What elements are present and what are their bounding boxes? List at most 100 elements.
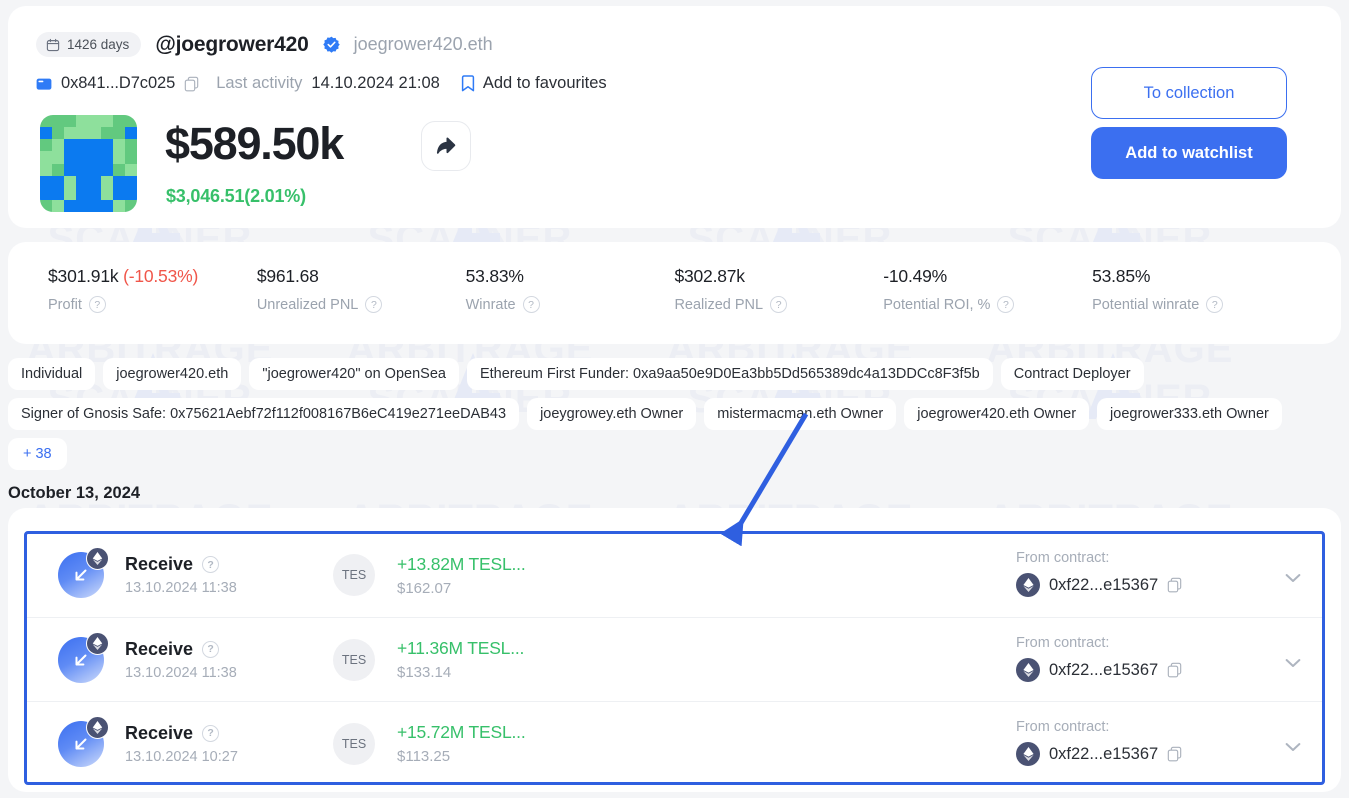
avatar-pixel <box>64 187 77 200</box>
copy-icon[interactable] <box>1167 577 1182 593</box>
transaction-from-column: From contract: 0xf22...e15367 <box>1016 550 1182 597</box>
wallet-icon <box>36 76 52 92</box>
help-icon[interactable]: ? <box>1206 296 1224 313</box>
avatar-pixel <box>64 199 77 212</box>
transaction-usd-value: $162.07 <box>397 579 452 597</box>
tag-item[interactable]: joegrower420.eth <box>103 358 242 390</box>
profile-identity-row: 1426 days @joegrower420 joegrower420.eth <box>36 32 493 57</box>
avatar-pixel <box>52 187 65 200</box>
tag-item[interactable]: mistermacman.eth Owner <box>704 398 897 430</box>
avatar-pixel <box>40 139 53 152</box>
account-age-badge: 1426 days <box>36 32 142 57</box>
profile-ens-name: joegrower420.eth <box>353 34 493 54</box>
chevron-down-icon[interactable] <box>1285 739 1301 751</box>
avatar-pixel <box>88 139 101 152</box>
profile-card: 1426 days @joegrower420 joegrower420.eth… <box>8 6 1341 228</box>
add-to-watchlist-button[interactable]: Add to watchlist <box>1091 127 1287 179</box>
stats-card: $301.91k (-10.53%) Profit? $961.68 Unrealiz… <box>8 242 1341 344</box>
tag-list: Individual joegrower420.eth "joegrower420"… <box>8 358 1341 470</box>
avatar-pixel <box>52 175 65 188</box>
avatar-pixel <box>76 115 89 128</box>
ethereum-icon <box>1016 742 1040 766</box>
stat-label-row: Realized PNL? <box>674 296 883 313</box>
help-icon[interactable]: ? <box>202 556 220 573</box>
avatar-pixel <box>76 187 89 200</box>
help-icon[interactable]: ? <box>365 296 383 313</box>
transaction-time: 13.10.2024 10:27 <box>125 748 238 765</box>
from-contract-address-row: 0xf22...e15367 <box>1016 573 1182 597</box>
transaction-row[interactable]: Receive? 13.10.2024 10:27 TES +15.72M TESL.… <box>26 701 1323 785</box>
avatar-pixel <box>40 199 53 212</box>
ethereum-icon <box>1016 573 1040 597</box>
help-icon[interactable]: ? <box>997 296 1015 313</box>
token-symbol-badge: TES <box>333 638 375 681</box>
account-age-label: 1426 days <box>67 37 130 52</box>
transaction-type-column: Receive? 13.10.2024 11:38 <box>125 554 325 596</box>
transaction-amount: +13.82M TESL... <box>397 553 526 574</box>
bookmark-icon <box>461 75 475 92</box>
stat-item: $961.68 Unrealized PNL? <box>257 266 466 313</box>
wallet-address: 0x841...D7c025 <box>61 74 176 92</box>
avatar-pixel <box>40 127 53 140</box>
transaction-row[interactable]: Receive? 13.10.2024 11:38 TES +13.82M TESL.… <box>26 533 1323 617</box>
transaction-amount-column: +15.72M TESL... $113.25 <box>397 722 697 765</box>
avatar-pixel <box>52 199 65 212</box>
stat-item: 53.83% Winrate? <box>466 266 675 313</box>
transaction-time: 13.10.2024 11:38 <box>125 664 237 681</box>
pixel-avatar <box>40 115 137 212</box>
avatar-pixel <box>88 163 101 176</box>
avatar-pixel <box>100 151 113 164</box>
help-icon[interactable]: ? <box>522 296 540 313</box>
share-icon <box>435 135 457 157</box>
tag-item[interactable]: joeygrowey.eth Owner <box>527 398 697 430</box>
avatar-pixel <box>76 151 89 164</box>
avatar-pixel <box>88 127 101 140</box>
stat-label-row: Unrealized PNL? <box>257 296 466 313</box>
stat-item: $301.91k (-10.53%) Profit? <box>48 266 257 313</box>
chevron-down-icon[interactable] <box>1285 570 1301 582</box>
stat-label: Realized PNL <box>674 296 764 313</box>
transactions-card: Receive? 13.10.2024 11:38 TES +13.82M TESL.… <box>8 508 1341 792</box>
tag-item[interactable]: Contract Deployer <box>1000 358 1144 390</box>
stat-delta: (-10.53%) <box>123 266 199 286</box>
help-icon[interactable]: ? <box>770 296 788 313</box>
tag-item[interactable]: Ethereum First Funder: 0xa9aa50e9D0Ea3bb… <box>466 358 993 390</box>
transaction-type-row: Receive? <box>125 554 325 575</box>
from-contract-label: From contract: <box>1016 550 1110 566</box>
avatar-pixel <box>52 151 65 164</box>
from-contract-label: From contract: <box>1016 635 1110 651</box>
to-collection-button[interactable]: To collection <box>1091 67 1287 119</box>
tag-item[interactable]: "joegrower420" on OpenSea <box>249 358 459 390</box>
stat-value: $302.87k <box>674 266 745 286</box>
stat-value: $301.91k (-10.53%) <box>48 266 199 286</box>
tag-item[interactable]: Signer of Gnosis Safe: 0x75621Aebf72f112… <box>8 398 520 430</box>
tag-more-button[interactable]: + 38 <box>8 438 67 470</box>
stat-item: $302.87k Realized PNL? <box>674 266 883 313</box>
help-icon[interactable]: ? <box>88 296 106 313</box>
avatar-pixel <box>112 139 125 152</box>
avatar-pixel <box>76 139 89 152</box>
tag-item[interactable]: Individual <box>8 358 96 390</box>
portfolio-change: $3,046.51(2.01%) <box>166 186 306 206</box>
stat-value: 53.83% <box>465 266 524 286</box>
tag-item[interactable]: joegrower333.eth Owner <box>1097 398 1282 430</box>
help-icon[interactable]: ? <box>202 724 220 742</box>
stat-label-row: Profit? <box>48 296 257 313</box>
avatar-pixel <box>112 151 125 164</box>
token-symbol-badge: TES <box>333 554 375 596</box>
share-button[interactable] <box>421 121 471 171</box>
chevron-down-icon[interactable] <box>1285 655 1301 667</box>
avatar-pixel <box>124 127 137 140</box>
help-icon[interactable]: ? <box>202 640 220 658</box>
transaction-time: 13.10.2024 11:38 <box>125 580 237 596</box>
stat-label-row: Winrate? <box>466 296 675 313</box>
transaction-row[interactable]: Receive? 13.10.2024 11:38 TES +11.36M TESL.… <box>26 617 1323 701</box>
copy-icon[interactable] <box>184 76 199 92</box>
avatar-pixel <box>100 127 113 140</box>
avatar-pixel <box>40 175 53 188</box>
stat-label: Potential winrate <box>1092 296 1200 313</box>
tag-item[interactable]: joegrower420.eth Owner <box>904 398 1090 430</box>
copy-icon[interactable] <box>1167 746 1182 762</box>
copy-icon[interactable] <box>1167 662 1182 678</box>
add-to-favourites-button[interactable]: Add to favourites <box>461 74 607 93</box>
